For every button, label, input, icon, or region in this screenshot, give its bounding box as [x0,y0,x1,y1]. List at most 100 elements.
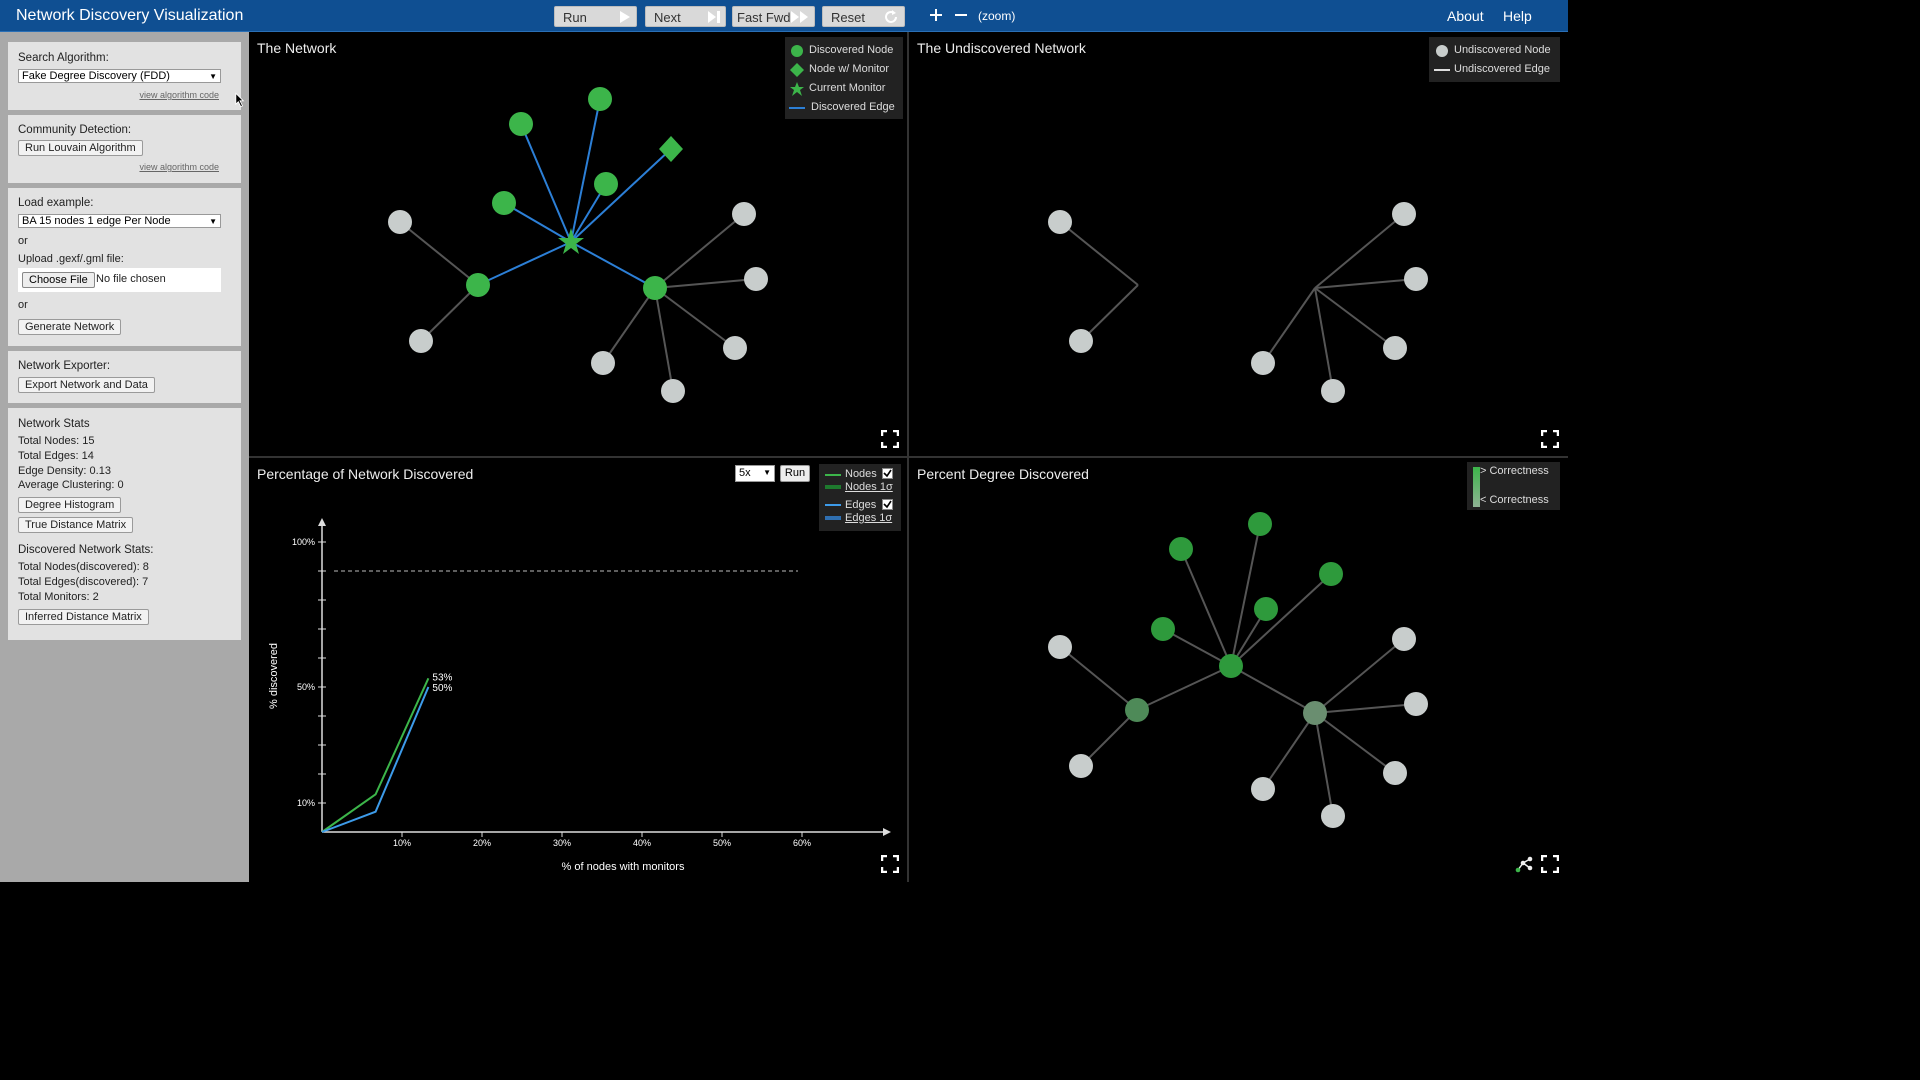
search-algorithm-select[interactable]: Fake Degree Discovery (FDD) ▼ [18,69,221,83]
run-button[interactable]: Run [554,6,637,27]
x-tick-label: 10% [393,838,411,848]
total-nodes: Total Nodes: 15 [18,435,95,447]
discovered-stats-title: Discovered Network Stats: [18,544,154,556]
y-tick-label: 10% [297,798,315,808]
x-tick-label: 20% [473,838,491,848]
average-clustering: Average Clustering: 0 [18,479,124,491]
x-axis-label: % of nodes with monitors [562,861,685,873]
degree-graph[interactable] [909,458,1568,882]
step-forward-icon [708,11,720,23]
fullscreen-icon[interactable] [1541,430,1559,448]
edges-end-label: 50% [432,683,452,694]
fullscreen-icon[interactable] [1541,855,1559,873]
load-example-panel: Load example: BA 15 nodes 1 edge Per Nod… [8,188,241,346]
fast-forward-button[interactable]: Fast Fwd [732,6,815,27]
about-link[interactable]: About [1447,8,1484,24]
percentage-panel: Percentage of Network Discovered 5x ▼ Ru… [249,458,907,882]
top-bar: Network Discovery Visualization Run Next… [0,0,1568,32]
file-upload-field: Choose File No file chosen [18,268,221,292]
fast-forward-label: Fast Fwd [737,10,791,25]
reset-button[interactable]: Reset [822,6,905,27]
discovery-line-chart: 10% 20% 30% 40% 50% 60% 10% 50% 100% 53% 50% % … [268,518,891,873]
generate-network-button[interactable]: Generate Network [18,319,122,335]
total-monitors: Total Monitors: 2 [18,591,99,603]
app-title: Network Discovery Visualization [16,7,244,24]
nodes-discovered: Total Nodes(discovered): 8 [18,561,149,573]
y-ticks: 10% 50% 100% [292,537,315,808]
mouse-cursor-icon [235,92,245,108]
edges-series-line [321,686,430,833]
dropdown-arrow-icon: ▼ [209,217,217,226]
load-example-value: BA 15 nodes 1 edge Per Node [22,215,171,227]
undiscovered-panel: The Undiscovered Network Undiscovered No… [909,32,1568,456]
undiscovered-edge-icon [1434,69,1450,71]
undiscovered-graph[interactable] [909,32,1568,456]
or-text: or [18,299,28,311]
nodes-end-label: 53% [432,672,452,683]
y-tick-label: 100% [292,537,315,547]
load-example-select[interactable]: BA 15 nodes 1 edge Per Node ▼ [18,214,221,228]
graph-layout-icon[interactable] [1515,855,1533,873]
edges-discovered: Total Edges(discovered): 7 [18,576,149,588]
fast-forward-icon [791,11,808,23]
run-label: Run [563,10,587,25]
dropdown-arrow-icon: ▼ [209,72,217,81]
next-button[interactable]: Next [645,6,726,27]
help-link[interactable]: Help [1503,8,1532,24]
correctness-gradient [1473,467,1480,507]
community-detection-panel: Community Detection: Run Louvain Algorit… [8,115,241,183]
network-stats-title: Network Stats [18,418,90,430]
fullscreen-icon[interactable] [881,430,899,448]
or-text: or [18,235,28,247]
view-community-code-link[interactable]: view algorithm code [139,162,219,172]
choose-file-button[interactable]: Choose File [22,272,95,288]
inferred-distance-matrix-button[interactable]: Inferred Distance Matrix [18,609,149,625]
x-tick-label: 30% [553,838,571,848]
x-axis-arrow-icon [883,828,891,836]
fullscreen-icon[interactable] [881,855,899,873]
legend-current-monitor: Current Monitor [809,82,886,94]
search-algorithm-title: Search Algorithm: [18,52,109,64]
monitor-node-icon [790,63,804,77]
x-tick-label: 60% [793,838,811,848]
correctness-legend: > Correctness < Correctness [1467,462,1560,510]
y-tick-label: 50% [297,682,315,692]
network-exporter-panel: Network Exporter: Export Network and Dat… [8,351,241,403]
legend-undiscovered-node: Undiscovered Node [1454,44,1551,56]
edge-density: Edge Density: 0.13 [18,465,111,477]
x-tick-label: 40% [633,838,651,848]
network-legend: Discovered Node Node w/ Monitor Current … [785,37,903,119]
view-algorithm-code-link[interactable]: view algorithm code [139,90,219,100]
horizontal-divider [249,456,1568,458]
search-algorithm-panel: Search Algorithm: Fake Degree Discovery … [8,42,241,110]
undiscovered-legend: Undiscovered Node Undiscovered Edge [1429,37,1560,82]
load-example-title: Load example: [18,197,94,209]
y-axis-label: % discovered [268,643,280,709]
upload-label: Upload .gexf/.gml file: [18,253,124,265]
y-axis-arrow-icon [318,518,326,526]
export-network-button[interactable]: Export Network and Data [18,377,155,393]
network-exporter-title: Network Exporter: [18,360,111,372]
run-louvain-button[interactable]: Run Louvain Algorithm [18,140,143,156]
undiscovered-node-icon [1436,45,1448,57]
true-distance-matrix-button[interactable]: True Distance Matrix [18,517,134,533]
legend-undiscovered-edge: Undiscovered Edge [1454,63,1551,75]
search-algorithm-value: Fake Degree Discovery (FDD) [22,70,170,82]
zoom-label: (zoom) [978,9,1016,23]
legend-node-with-monitor: Node w/ Monitor [809,63,890,75]
community-detection-title: Community Detection: [18,124,132,136]
network-stats-panel: Network Stats Total Nodes: 15 Total Edge… [8,408,241,640]
current-monitor-star-icon [790,82,804,96]
legend-less-correctness: < Correctness [1480,494,1549,506]
zoom-in-icon[interactable] [929,8,943,22]
legend-more-correctness: > Correctness [1480,465,1549,477]
nodes-series-line [321,677,430,833]
x-ticks: 10% 20% 30% 40% 50% 60% [393,832,811,848]
degree-histogram-button[interactable]: Degree Histogram [18,497,122,513]
degree-panel: Percent Degree Discovered > Correctness … [909,458,1568,882]
file-status: No file chosen [96,273,166,285]
total-edges: Total Edges: 14 [18,450,94,462]
zoom-out-icon[interactable] [954,8,968,22]
next-label: Next [654,10,681,25]
refresh-icon [885,10,897,23]
